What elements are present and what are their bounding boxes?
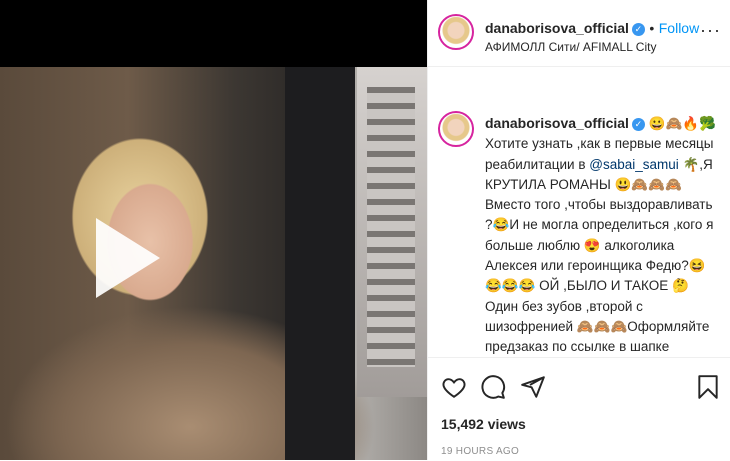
bookmark-icon[interactable]: [696, 374, 720, 400]
more-options-icon[interactable]: ···: [700, 20, 721, 41]
caption-username-link[interactable]: danaborisova_official: [485, 115, 629, 131]
avatar[interactable]: [438, 14, 474, 50]
background-building: [357, 67, 427, 397]
view-count[interactable]: 15,492 views: [441, 416, 526, 432]
verified-icon: ✓: [631, 118, 645, 131]
instagram-post: danaborisova_official ✓ • Follow АФИМОЛЛ …: [0, 0, 730, 460]
comment-icon[interactable]: [480, 374, 506, 400]
header-user-line: danaborisova_official ✓ • Follow: [485, 20, 699, 38]
separator-dot: •: [649, 20, 655, 36]
actions-area: 15,492 views 19 HOURS AGO: [428, 357, 730, 461]
caption-text: danaborisova_official ✓ 😀🙈🔥🥦 Хотите узнат…: [485, 113, 721, 357]
post-header: danaborisova_official ✓ • Follow АФИМОЛЛ …: [428, 0, 730, 67]
share-icon[interactable]: [520, 374, 546, 400]
heart-icon[interactable]: [441, 374, 467, 400]
mention-link[interactable]: @sabai_samui: [589, 157, 679, 172]
post-timestamp: 19 HOURS AGO: [441, 446, 520, 457]
username-link[interactable]: danaborisova_official: [485, 20, 629, 36]
follow-button[interactable]: Follow: [659, 20, 699, 36]
location-link[interactable]: АФИМОЛЛ Сити/ AFIMALL City: [485, 40, 656, 54]
play-icon[interactable]: [96, 218, 160, 298]
caption-emojis: 😀🙈🔥🥦: [648, 116, 716, 131]
video-area[interactable]: [0, 0, 427, 460]
caption-area: danaborisova_official ✓ 😀🙈🔥🥦 Хотите узнат…: [428, 67, 730, 357]
caption-text-part2: 🌴,Я КРУТИЛА РОМАНЫ 😃🙈🙈🙈 Вместо того ,что…: [485, 156, 714, 355]
background-door: [285, 67, 355, 460]
avatar[interactable]: [438, 111, 474, 147]
post-side-panel: danaborisova_official ✓ • Follow АФИМОЛЛ …: [427, 0, 730, 460]
verified-icon: ✓: [631, 23, 645, 36]
